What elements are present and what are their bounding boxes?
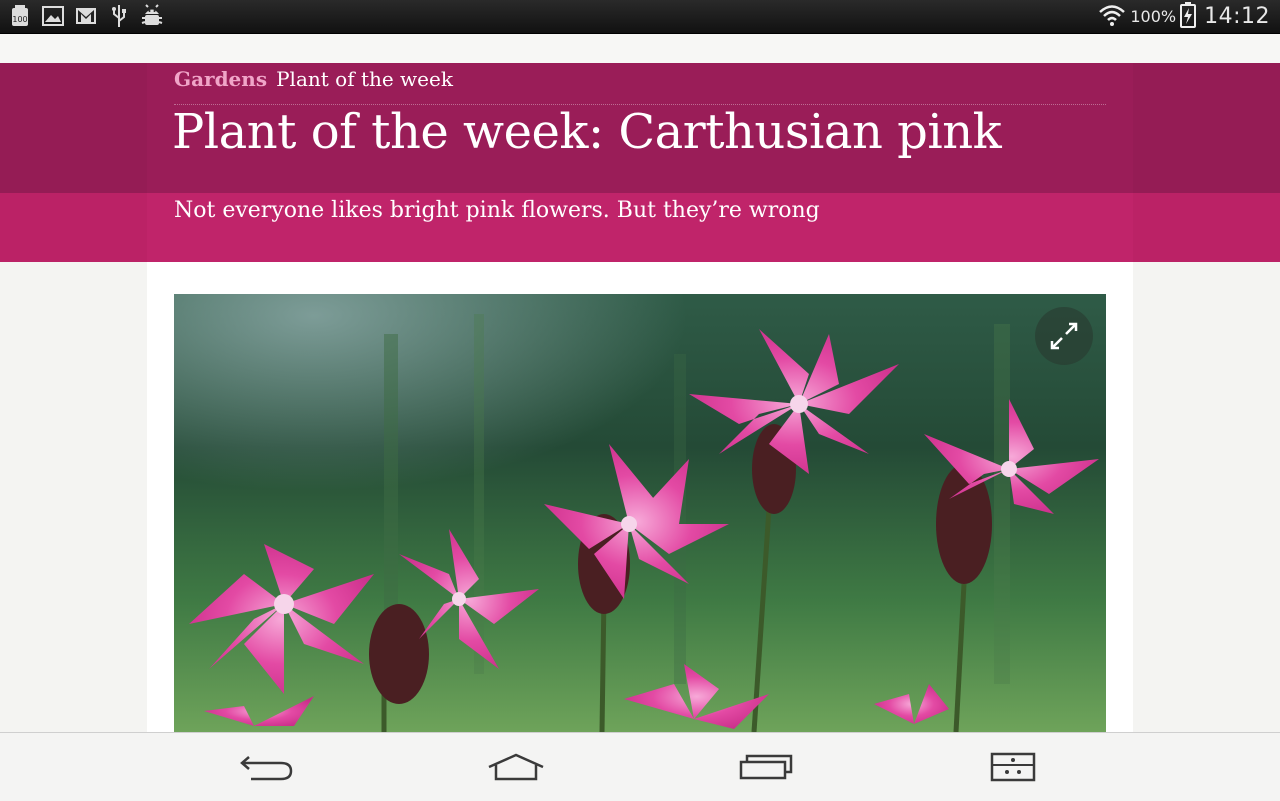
expand-image-button[interactable] [1035, 307, 1093, 365]
home-button[interactable] [456, 733, 576, 801]
notification-icons: 100 [8, 4, 164, 28]
system-nav-bar [0, 732, 1280, 801]
usb-icon [107, 4, 131, 28]
main-image[interactable] [174, 294, 1106, 732]
gmail-icon [74, 4, 98, 28]
storage-icon: 100 [8, 4, 32, 28]
recent-apps-icon [739, 754, 793, 780]
menu-button[interactable] [953, 733, 1073, 801]
expand-icon [1050, 322, 1078, 350]
home-icon [488, 753, 544, 781]
recent-apps-button[interactable] [706, 733, 826, 801]
gallery-icon [41, 4, 65, 28]
battery-percent: 100% [1130, 7, 1177, 26]
section-link[interactable]: Gardens [174, 67, 267, 91]
battery-charging-icon [1180, 1, 1197, 32]
clock: 14:12 [1204, 4, 1270, 29]
headline: Plant of the week: Carthusian pink [172, 104, 1002, 160]
series-link[interactable]: Plant of the week [276, 67, 453, 91]
standfirst: Not everyone likes bright pink flowers. … [174, 198, 820, 223]
wifi-icon [1098, 3, 1126, 31]
menu-icon [990, 752, 1036, 782]
android-debug-icon [140, 4, 164, 28]
status-bar: 100 100% 14:12 [0, 0, 1280, 34]
breadcrumb: Gardens Plant of the week [174, 67, 453, 91]
back-button[interactable] [207, 733, 327, 801]
status-indicators: 100% 14:12 [1098, 0, 1270, 33]
svg-text:100: 100 [12, 15, 27, 24]
back-icon [240, 756, 293, 781]
top-strip [0, 34, 1280, 63]
